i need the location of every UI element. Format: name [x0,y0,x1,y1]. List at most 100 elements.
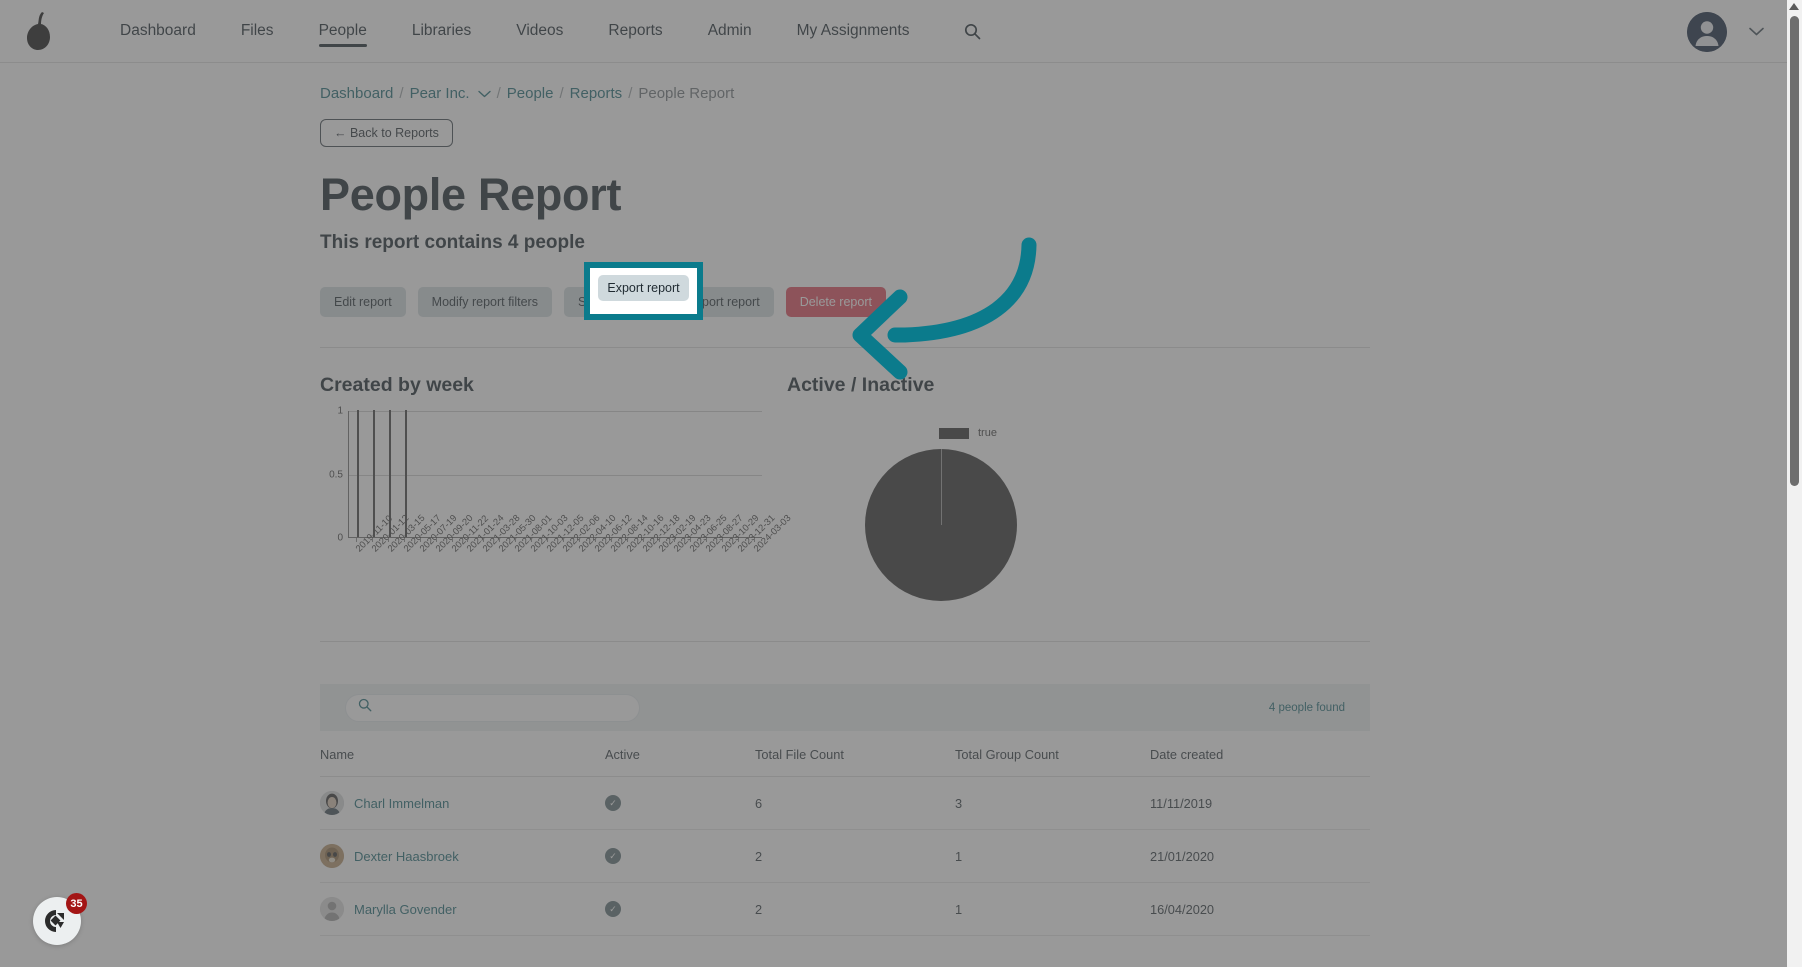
divider [320,347,1370,348]
cell-name: Marylla Govender [320,882,605,936]
pear-logo-icon[interactable] [18,10,60,52]
scroll-up-arrow-icon[interactable] [1789,3,1799,10]
nav-item-files[interactable]: Files [241,0,274,63]
bar[interactable] [372,410,375,537]
column-header-active[interactable]: Active [605,731,755,777]
nav-item-admin[interactable]: Admin [708,0,752,63]
search-box[interactable] [345,693,640,722]
pie-slice-true[interactable] [865,449,1017,601]
cell-total-file-count: 6 [755,776,955,830]
y-axis-tick-label: 0 [337,532,343,544]
breadcrumb-separator: / [628,85,633,102]
breadcrumb-separator: / [496,85,501,102]
nav-item-my-assignments[interactable]: My Assignments [797,0,910,63]
table-header-row: Name Active Total File Count Total Group… [320,731,1370,777]
search-icon [358,698,372,717]
cell-name: Charl Immelman [320,776,605,830]
avatar [320,844,344,868]
page-scrollbar[interactable] [1787,0,1802,967]
column-header-date-created[interactable]: Date created [1150,731,1370,777]
nav-item-label: Files [240,22,274,39]
result-count-label: 4 people found [1268,701,1345,714]
table-row: Marylla Govender ✓ 2 1 16/04/2020 [320,882,1370,936]
modify-report-filters-button[interactable]: Modify report filters [417,287,552,317]
page-title: People Report [320,169,622,220]
pie-chart-plot: true [787,407,1227,607]
cell-active: ✓ [605,776,755,830]
x-axis-ticks: 2019-11-10 2020-01-12 2020-03-15 2020-05-17… [348,512,793,554]
table-toolbar: 4 people found [320,684,1370,731]
people-table: Name Active Total File Count Total Group… [320,731,1370,936]
avatar [320,791,344,815]
chart-title: Active / Inactive [787,374,935,396]
chevron-down-icon[interactable] [477,87,491,101]
back-to-reports-button[interactable]: ← Back to Reports [320,119,453,147]
nav-item-people[interactable]: People [318,0,368,63]
bar[interactable] [356,410,359,537]
nav-item-label: Libraries [411,22,472,39]
nav-item-videos[interactable]: Videos [516,0,563,63]
divider [320,641,1370,642]
person-name-link[interactable]: Dexter Haasbroek [354,849,459,864]
cell-date-created: 21/01/2020 [1150,829,1370,883]
people-table-panel: 4 people found Name Active Total File Co… [320,684,1370,936]
nav-item-label: My Assignments [796,22,910,39]
search-input[interactable] [380,699,627,716]
nav-item-libraries[interactable]: Libraries [412,0,471,63]
check-circle-icon: ✓ [605,848,621,864]
breadcrumb-current: People Report [638,85,735,102]
column-header-total-group-count[interactable]: Total Group Count [955,731,1150,777]
column-header-name[interactable]: Name [320,731,605,777]
cell-name: Dexter Haasbroek [320,829,605,883]
person-name-link[interactable]: Marylla Govender [354,902,457,917]
nav-items: Dashboard Files People Libraries Videos … [120,0,981,63]
column-header-total-file-count[interactable]: Total File Count [755,731,955,777]
breadcrumb-item-reports[interactable]: Reports [570,85,623,102]
cell-date-created: 16/04/2020 [1150,882,1370,936]
export-report-button-highlighted[interactable]: Export report [598,275,689,301]
check-circle-icon: ✓ [605,901,621,917]
chevron-down-icon[interactable] [1749,24,1764,39]
breadcrumb-item-people[interactable]: People [507,85,554,102]
legend-swatch [939,427,969,439]
nav-item-label: Reports [608,22,663,39]
cell-total-file-count: 2 [755,829,955,883]
user-avatar-icon[interactable] [1687,11,1727,52]
search-icon[interactable] [964,23,981,40]
chart-created-by-week: Created by week 0 0.5 1 2019-11-10 2020-01-… [320,374,793,611]
breadcrumb-item-organisation[interactable]: Pear Inc. [410,85,470,102]
breadcrumb-item-dashboard[interactable]: Dashboard [320,85,393,102]
nav-item-reports[interactable]: Reports [608,0,662,63]
page-content: Dashboard / Pear Inc. / People / Reports… [0,63,1790,936]
edit-report-button[interactable]: Edit report [320,287,406,317]
y-axis-tick-label: 0.5 [329,469,343,480]
nav-item-dashboard[interactable]: Dashboard [120,0,196,63]
breadcrumb-separator: / [559,85,564,102]
nav-item-label: Dashboard [120,22,196,39]
person-name-link[interactable]: Charl Immelman [354,796,449,811]
y-axis-tick-label: 1 [337,405,343,417]
scrollbar-thumb[interactable] [1790,16,1799,486]
pie-divider [941,449,942,525]
breadcrumb-separator: / [399,85,404,102]
nav-item-label: Videos [516,22,564,39]
pie-legend: true [939,427,997,439]
check-circle-icon: ✓ [605,795,621,811]
breadcrumb: Dashboard / Pear Inc. / People / Reports… [320,63,1370,102]
delete-report-button[interactable]: Delete report [785,287,886,317]
chart-title: Created by week [320,374,474,396]
bar-chart-plot: 0 0.5 1 2019-11-10 2020-01-12 2020-03-15 2020… [320,406,793,611]
nav-right-group [1687,0,1764,63]
cell-date-created: 11/11/2019 [1150,776,1370,830]
gridline [349,474,762,476]
chat-widget-button[interactable]: 35 [33,893,87,945]
legend-label: true [978,427,997,439]
table-row: Charl Immelman ✓ 6 3 11/11/2019 [320,776,1370,830]
cell-active: ✓ [605,882,755,936]
avatar [320,897,344,921]
cell-total-group-count: 1 [955,882,1150,936]
app-root: Dashboard Files People Libraries Videos … [0,0,1802,967]
table-row: Dexter Haasbroek ✓ 2 1 21/01/2020 [320,829,1370,883]
charts-section: Created by week 0 0.5 1 2019-11-10 2020-01-… [320,374,1370,611]
cell-total-group-count: 1 [955,829,1150,883]
